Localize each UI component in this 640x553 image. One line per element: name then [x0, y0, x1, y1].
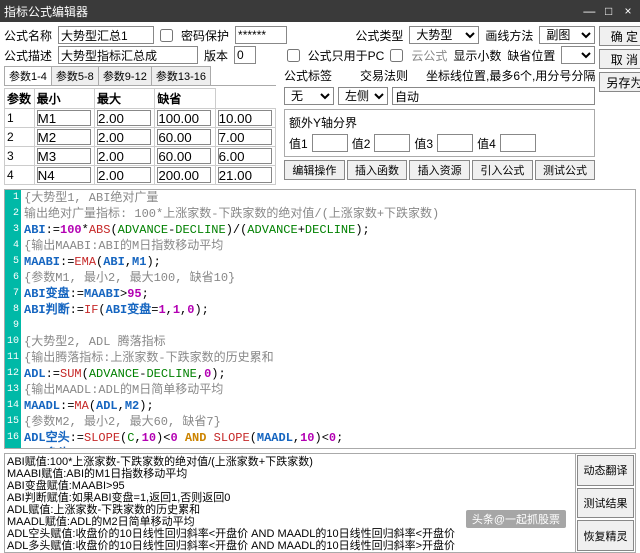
v1-input[interactable]	[312, 134, 348, 152]
label-coords: 坐标线位置,最多6个,用分号分隔	[426, 67, 595, 84]
cancel-button[interactable]: 取 消	[599, 49, 640, 69]
titlebar: 指标公式编辑器 — □ ×	[0, 0, 640, 22]
draw-select[interactable]: 副图	[539, 26, 595, 44]
label-defloc: 缺省位置	[507, 47, 555, 64]
label-desc: 公式描述	[4, 47, 52, 64]
tab-params-13-16[interactable]: 参数13-16	[151, 66, 211, 85]
p4-name[interactable]	[37, 167, 91, 183]
label-tag: 公式标签	[284, 67, 332, 84]
watermark: 头条@一起抓股票	[466, 510, 566, 528]
v2-input[interactable]	[374, 134, 410, 152]
version-input[interactable]	[234, 46, 256, 64]
pwd-input[interactable]	[235, 26, 287, 44]
import-button[interactable]: 引入公式	[472, 160, 533, 180]
close-icon[interactable]: ×	[620, 4, 636, 18]
testres-button[interactable]: 测试结果	[577, 488, 634, 519]
table-row: 1	[5, 109, 276, 128]
window-title: 指标公式编辑器	[4, 3, 88, 20]
label-version: 版本	[204, 47, 228, 64]
saveas-button[interactable]: 另存为	[599, 72, 640, 92]
maximize-icon[interactable]: □	[601, 4, 617, 18]
insres-button[interactable]: 插入资源	[409, 160, 470, 180]
tag-select[interactable]: 无	[284, 87, 334, 105]
label-draw: 画线方法	[485, 27, 533, 44]
v3-input[interactable]	[437, 134, 473, 152]
table-row: 4	[5, 166, 276, 185]
tab-params-9-12[interactable]: 参数9-12	[98, 66, 152, 85]
extra-y-group: 额外Y轴分界 值1 值2 值3 值4	[284, 109, 595, 157]
code-editor[interactable]: 1{大势型1, ABI绝对广量2输出绝对广量指标: 100*上涨家数-下跌家数的…	[4, 189, 636, 449]
label-cloud: 云公式	[411, 47, 447, 64]
side-select[interactable]: 左侧	[338, 87, 388, 105]
v4-input[interactable]	[500, 134, 536, 152]
param-table: 参数最小最大缺省 1 2 3 4	[4, 88, 276, 185]
editop-button[interactable]: 编辑操作	[284, 160, 345, 180]
label-rule: 交易法则	[360, 67, 408, 84]
label-name: 公式名称	[4, 27, 52, 44]
label-extray: 额外Y轴分界	[289, 116, 357, 130]
pconly-checkbox[interactable]	[287, 49, 300, 62]
p3-name[interactable]	[37, 148, 91, 164]
param-tabs: 参数1-4 参数5-8 参数9-12 参数13-16	[4, 66, 276, 86]
restore-button[interactable]: 恢复精灵	[577, 520, 634, 551]
test-button[interactable]: 测试公式	[535, 160, 596, 180]
desc-input[interactable]	[58, 46, 198, 64]
type-select[interactable]: 大势型	[409, 26, 479, 44]
cloud-checkbox[interactable]	[390, 49, 403, 62]
p2-name[interactable]	[37, 129, 91, 145]
ok-button[interactable]: 确 定	[599, 26, 640, 46]
label-pconly: 公式只用于PC	[308, 47, 385, 64]
dyntrans-button[interactable]: 动态翻译	[577, 455, 634, 486]
table-row: 2	[5, 128, 276, 147]
tab-params-5-8[interactable]: 参数5-8	[51, 66, 99, 85]
p1-name[interactable]	[37, 110, 91, 126]
insfunc-button[interactable]: 插入函数	[347, 160, 408, 180]
label-type: 公式类型	[355, 27, 403, 44]
table-row: 3	[5, 147, 276, 166]
name-input[interactable]	[58, 26, 154, 44]
defloc-select[interactable]	[561, 46, 595, 64]
label-pwd: 密码保护	[181, 27, 229, 44]
label-showdec: 显示小数	[453, 47, 501, 64]
coords-input[interactable]	[392, 87, 595, 105]
tab-params-1-4[interactable]: 参数1-4	[4, 66, 52, 85]
minimize-icon[interactable]: —	[581, 4, 597, 18]
pwd-checkbox[interactable]	[160, 29, 173, 42]
description-panel: ABI赋值:100*上涨家数-下跌家数的绝对值/(上涨家数+下跌家数) MAAB…	[5, 454, 575, 552]
